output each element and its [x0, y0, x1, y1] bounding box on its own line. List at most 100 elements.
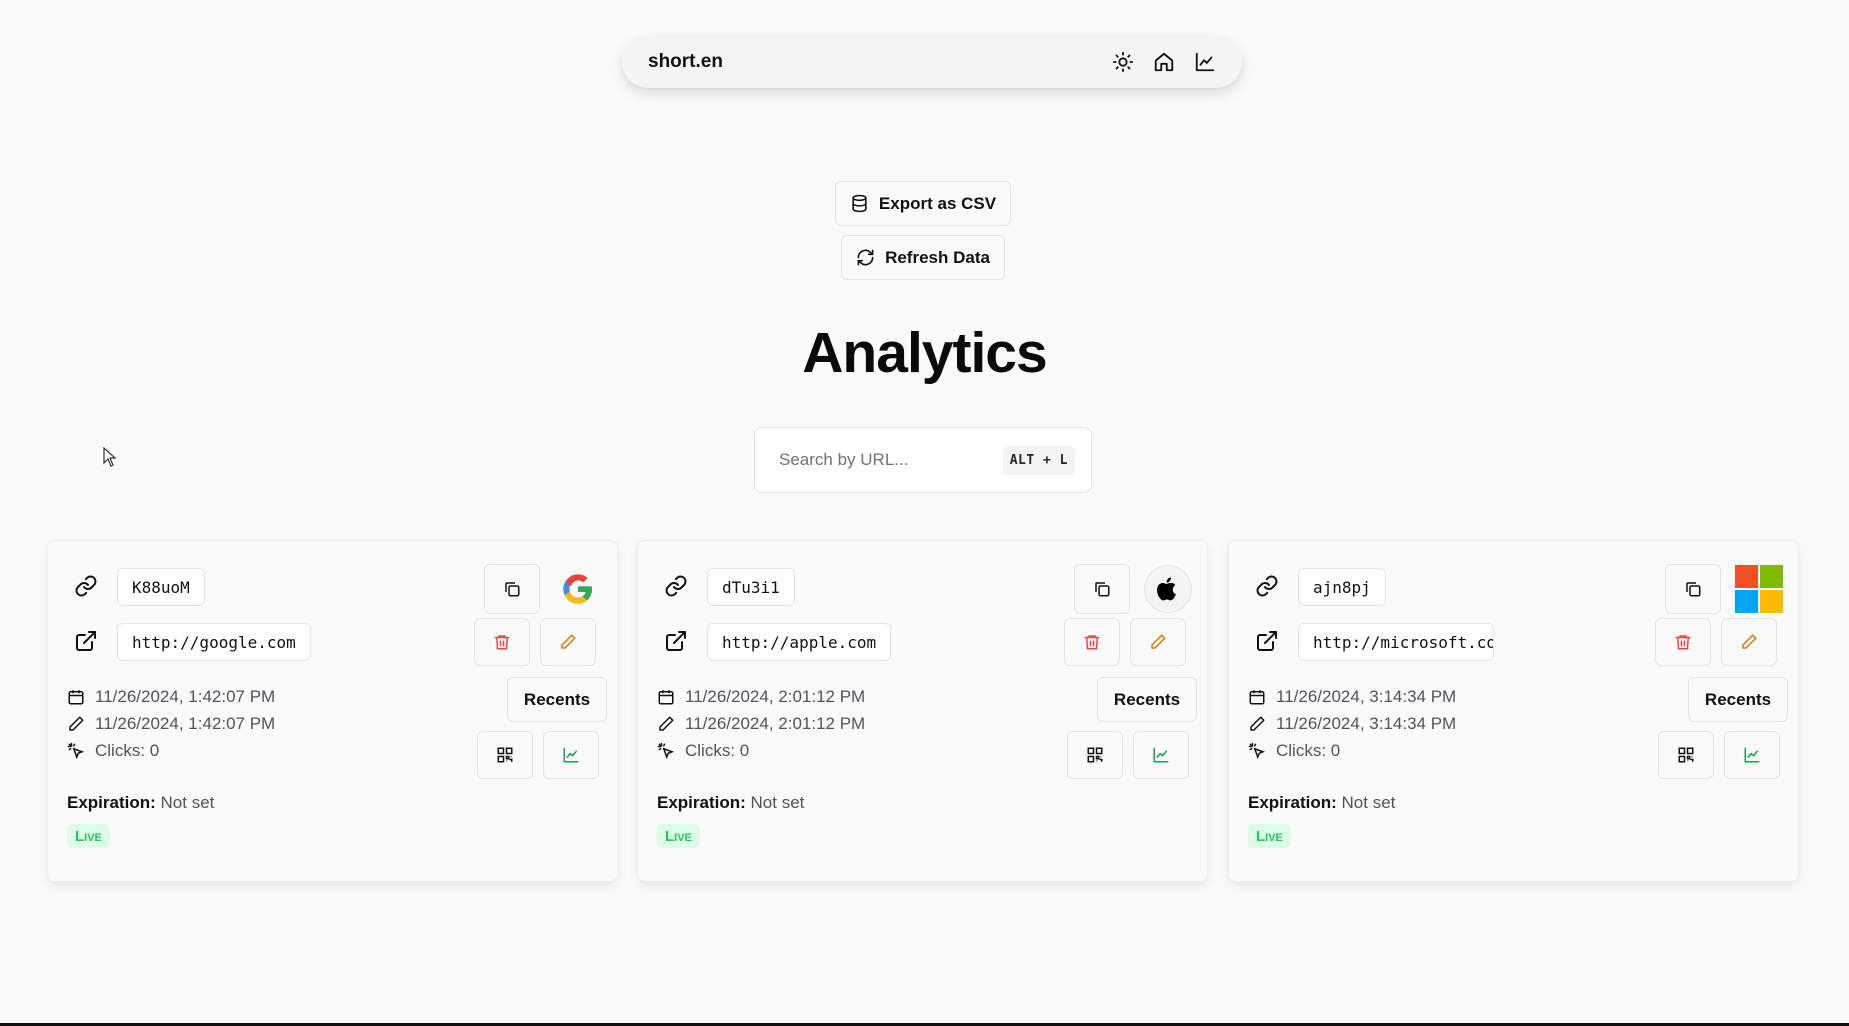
status-badge: Live: [1248, 824, 1291, 848]
updated-date-value: 11/26/2024, 2:01:12 PM: [685, 714, 866, 733]
clicks-count-value: Clicks: 0: [685, 741, 750, 760]
created-date-value: 11/26/2024, 1:42:07 PM: [95, 687, 276, 706]
delete-button[interactable]: [1064, 618, 1120, 666]
created-date: 11/26/2024, 1:42:07 PM: [67, 687, 275, 707]
refresh-icon: [857, 249, 874, 266]
expiration-label: Expiration:: [657, 793, 746, 812]
keyboard-shortcut-hint: ALT + L: [1002, 445, 1075, 475]
calendar-icon: [67, 688, 85, 706]
external-link-icon[interactable]: [664, 629, 688, 653]
copy-icon: [503, 580, 521, 598]
home-icon[interactable]: [1153, 51, 1175, 73]
external-link-icon[interactable]: [74, 629, 98, 653]
chart-icon: [1152, 746, 1170, 764]
qr-code-button[interactable]: [1067, 731, 1123, 779]
calendar-icon: [1248, 688, 1266, 706]
link-card: dTu3i1 http://apple.com 11/26/2024, 2:01…: [637, 540, 1208, 882]
clicks-count: Clicks: 0: [1248, 741, 1340, 761]
expiration-value: Not set: [750, 793, 805, 812]
chart-icon: [562, 746, 580, 764]
original-url-chip[interactable]: http://google.com: [117, 623, 311, 661]
original-url-chip[interactable]: http://apple.com: [707, 623, 892, 661]
expiration-info: Expiration: Not set: [1248, 793, 1395, 813]
chart-icon[interactable]: [1194, 51, 1216, 73]
search-input[interactable]: [779, 450, 1003, 470]
edit-button[interactable]: [1721, 618, 1777, 666]
link-icon: [74, 574, 98, 598]
qr-code-icon: [496, 746, 514, 764]
copy-button[interactable]: [1074, 564, 1130, 614]
qr-code-button[interactable]: [477, 731, 533, 779]
status-badge: Live: [657, 824, 700, 848]
pencil-icon: [1149, 633, 1167, 651]
nav-icon-group: [1112, 51, 1216, 73]
pencil-icon: [1248, 715, 1266, 733]
delete-button[interactable]: [474, 618, 530, 666]
original-url-chip[interactable]: http://microsoft.com: [1298, 623, 1494, 661]
delete-button[interactable]: [1655, 618, 1711, 666]
copy-button[interactable]: [484, 564, 540, 614]
link-card: ajn8pj http://microsoft.com 11/26/2024, …: [1228, 540, 1799, 882]
copy-icon: [1093, 580, 1111, 598]
analytics-chart-button[interactable]: [543, 731, 599, 779]
qr-code-button[interactable]: [1658, 731, 1714, 779]
link-card: K88uoM http://google.com 11/26/2024, 1:4…: [47, 540, 618, 882]
updated-date: 11/26/2024, 1:42:07 PM: [67, 714, 275, 734]
expiration-info: Expiration: Not set: [67, 793, 214, 813]
analytics-chart-button[interactable]: [1133, 731, 1189, 779]
recents-button[interactable]: Recents: [1097, 677, 1197, 722]
edit-button[interactable]: [1130, 618, 1186, 666]
page-title: Analytics: [802, 321, 1047, 385]
pencil-icon: [67, 715, 85, 733]
updated-date: 11/26/2024, 3:14:34 PM: [1248, 714, 1456, 734]
cursor-click-icon: [657, 742, 675, 760]
qr-code-icon: [1677, 746, 1695, 764]
trash-icon: [493, 633, 511, 651]
mouse-cursor-icon: [103, 447, 117, 467]
qr-code-icon: [1086, 746, 1104, 764]
analytics-chart-button[interactable]: [1724, 731, 1780, 779]
top-navbar: short.en: [622, 36, 1242, 88]
database-icon: [852, 194, 867, 213]
trash-icon: [1674, 633, 1692, 651]
search-box: ALT + L: [754, 427, 1092, 493]
link-icon: [1255, 574, 1279, 598]
updated-date: 11/26/2024, 2:01:12 PM: [657, 714, 865, 734]
refresh-data-button[interactable]: Refresh Data: [841, 235, 1005, 280]
google-logo-icon: [554, 565, 602, 613]
calendar-icon: [657, 688, 675, 706]
short-code-chip[interactable]: dTu3i1: [707, 568, 795, 606]
clicks-count: Clicks: 0: [67, 741, 159, 761]
expiration-value: Not set: [160, 793, 215, 812]
pencil-icon: [559, 633, 577, 651]
sun-icon[interactable]: [1112, 51, 1134, 73]
expiration-info: Expiration: Not set: [657, 793, 804, 813]
clicks-count: Clicks: 0: [657, 741, 749, 761]
cursor-click-icon: [1248, 742, 1266, 760]
updated-date-value: 11/26/2024, 1:42:07 PM: [95, 714, 276, 733]
pencil-icon: [1740, 633, 1758, 651]
expiration-value: Not set: [1341, 793, 1396, 812]
cursor-click-icon: [67, 742, 85, 760]
copy-icon: [1684, 580, 1702, 598]
recents-button[interactable]: Recents: [1688, 677, 1788, 722]
expiration-label: Expiration:: [1248, 793, 1337, 812]
external-link-icon[interactable]: [1255, 629, 1279, 653]
export-csv-label: Export as CSV: [878, 193, 997, 213]
clicks-count-value: Clicks: 0: [1276, 741, 1341, 760]
recents-button[interactable]: Recents: [507, 677, 607, 722]
brand-logo-text[interactable]: short.en: [648, 51, 1112, 73]
short-code-chip[interactable]: K88uoM: [117, 568, 205, 606]
pencil-icon: [657, 715, 675, 733]
created-date-value: 11/26/2024, 3:14:34 PM: [1276, 687, 1457, 706]
expiration-label: Expiration:: [67, 793, 156, 812]
status-badge: Live: [67, 824, 110, 848]
export-csv-button[interactable]: Export as CSV: [835, 181, 1011, 226]
short-code-chip[interactable]: ajn8pj: [1298, 568, 1386, 606]
created-date: 11/26/2024, 3:14:34 PM: [1248, 687, 1456, 707]
edit-button[interactable]: [540, 618, 596, 666]
updated-date-value: 11/26/2024, 3:14:34 PM: [1276, 714, 1457, 733]
copy-button[interactable]: [1665, 564, 1721, 614]
created-date-value: 11/26/2024, 2:01:12 PM: [685, 687, 866, 706]
clicks-count-value: Clicks: 0: [95, 741, 160, 760]
